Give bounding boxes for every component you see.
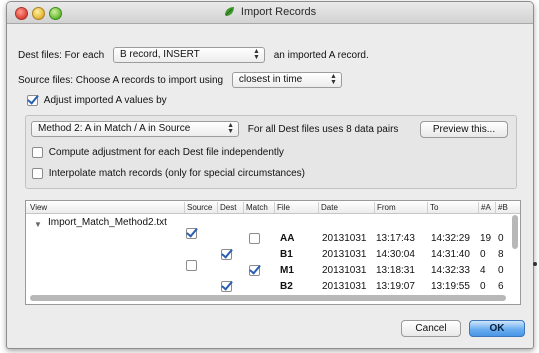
column-header-from[interactable]: From — [374, 202, 396, 213]
table-row[interactable]: AA 20131031 13:17:43 14:32:29 19 0 — [26, 228, 506, 247]
vertical-scrollbar[interactable] — [512, 215, 518, 249]
column-header-match[interactable]: Match — [243, 202, 268, 213]
to-time-cell: 14:31:40 — [431, 249, 470, 260]
cancel-button[interactable]: Cancel — [401, 320, 461, 337]
count-b-cell: 0 — [498, 265, 504, 276]
adjust-values-label: Adjust imported A values by — [43, 95, 167, 106]
window-title: Import Records — [240, 6, 317, 18]
date-cell: 20131031 — [322, 265, 367, 276]
count-b-cell: 0 — [498, 233, 504, 244]
source-match-value: closest in time — [238, 74, 303, 85]
dest-checkbox[interactable] — [221, 281, 232, 292]
date-cell: 20131031 — [322, 281, 367, 292]
source-checkbox[interactable] — [186, 228, 197, 239]
column-header-source[interactable]: Source — [184, 202, 212, 213]
popup-arrows-icon: ▲ ▼ — [227, 122, 234, 135]
title-bar[interactable]: Import Records — [7, 2, 533, 24]
column-header-to[interactable]: To — [427, 202, 438, 213]
table-header: View Source Dest Match File Date From To… — [26, 201, 520, 214]
from-time-cell: 13:18:31 — [376, 265, 415, 276]
source-match-popup[interactable]: closest in time ▲ ▼ — [231, 72, 342, 88]
count-a-cell: 19 — [480, 233, 492, 244]
source-checkbox[interactable] — [186, 260, 197, 271]
file-cell: M1 — [280, 265, 294, 276]
column-header-count-a[interactable]: #A — [478, 202, 491, 213]
date-cell: 20131031 — [322, 249, 367, 260]
method-info-text: For all Dest files uses 8 data pairs — [247, 123, 399, 135]
interpolate-label: Interpolate match records (only for spec… — [48, 168, 305, 179]
compute-independently-option[interactable]: Compute adjustment for each Dest file in… — [32, 147, 284, 158]
adjust-values-checkbox[interactable] — [27, 95, 38, 106]
from-time-cell: 13:19:07 — [376, 281, 415, 292]
dest-action-value: B record, INSERT — [119, 49, 200, 60]
dest-files-row: Dest files: For each B record, INSERT ▲ ▼… — [18, 47, 369, 63]
dest-files-label: Dest files: For each — [18, 49, 105, 61]
interpolate-checkbox[interactable] — [32, 168, 43, 179]
compute-independently-checkbox[interactable] — [32, 147, 43, 158]
ok-button[interactable]: OK — [469, 320, 525, 337]
count-b-cell: 8 — [498, 249, 504, 260]
table-row[interactable]: B2 20131031 13:19:07 13:19:55 0 6 — [26, 279, 506, 295]
source-files-label: Source files: Choose A records to import… — [18, 74, 224, 86]
count-a-cell: 0 — [480, 281, 486, 292]
app-leaf-icon — [224, 7, 234, 16]
dest-files-suffix: an imported A record. — [273, 49, 369, 61]
column-header-file[interactable]: File — [274, 202, 290, 213]
popup-arrows-icon: ▲ ▼ — [253, 48, 260, 61]
column-header-date[interactable]: Date — [318, 202, 338, 213]
match-checkbox[interactable] — [249, 265, 260, 276]
dest-checkbox[interactable] — [221, 249, 232, 260]
source-files-row: Source files: Choose A records to import… — [18, 72, 342, 88]
match-checkbox[interactable] — [249, 233, 260, 244]
date-cell: 20131031 — [322, 233, 367, 244]
resize-indicator-icon — [533, 262, 537, 266]
import-records-window: Import Records Dest files: For each B re… — [6, 1, 534, 349]
count-a-cell: 4 — [480, 265, 486, 276]
method-popup[interactable]: Method 2: A in Match / A in Source ▲ ▼ — [31, 121, 239, 137]
file-cell: B2 — [280, 281, 293, 292]
from-time-cell: 14:30:04 — [376, 249, 415, 260]
count-a-cell: 0 — [480, 249, 486, 260]
adjustment-method-group: Method 2: A in Match / A in Source ▲ ▼ Fo… — [25, 115, 517, 189]
adjust-values-option[interactable]: Adjust imported A values by — [27, 95, 167, 106]
files-table[interactable]: View Source Dest Match File Date From To… — [25, 200, 521, 305]
to-time-cell: 14:32:33 — [431, 265, 470, 276]
preview-button[interactable]: Preview this... — [420, 121, 508, 138]
file-cell: B1 — [280, 249, 293, 260]
window-title-group: Import Records — [7, 6, 533, 18]
count-b-cell: 6 — [498, 281, 504, 292]
popup-arrows-icon: ▲ ▼ — [329, 73, 337, 86]
disclosure-triangle-icon[interactable]: ▼ — [34, 220, 42, 229]
method-value: Method 2: A in Match / A in Source — [38, 123, 191, 134]
to-time-cell: 13:19:55 — [431, 281, 470, 292]
from-time-cell: 13:17:43 — [376, 233, 415, 244]
table-row[interactable]: B1 20131031 14:30:04 14:31:40 0 8 — [26, 247, 506, 263]
file-cell: AA — [280, 233, 295, 244]
to-time-cell: 14:32:29 — [431, 233, 470, 244]
interpolate-option[interactable]: Interpolate match records (only for spec… — [32, 168, 305, 179]
column-header-dest[interactable]: Dest — [217, 202, 236, 213]
compute-independently-label: Compute adjustment for each Dest file in… — [48, 147, 284, 158]
column-header-view[interactable]: View — [28, 202, 47, 213]
table-row[interactable]: M1 20131031 13:18:31 14:32:33 4 0 — [26, 260, 506, 279]
group-file-name[interactable]: Import_Match_Method2.txt — [48, 217, 167, 229]
horizontal-scrollbar[interactable] — [30, 295, 506, 301]
dest-action-popup[interactable]: B record, INSERT ▲ ▼ — [112, 47, 265, 63]
column-header-count-b[interactable]: #B — [495, 202, 508, 213]
method-row: Method 2: A in Match / A in Source ▲ ▼ Fo… — [31, 121, 398, 137]
